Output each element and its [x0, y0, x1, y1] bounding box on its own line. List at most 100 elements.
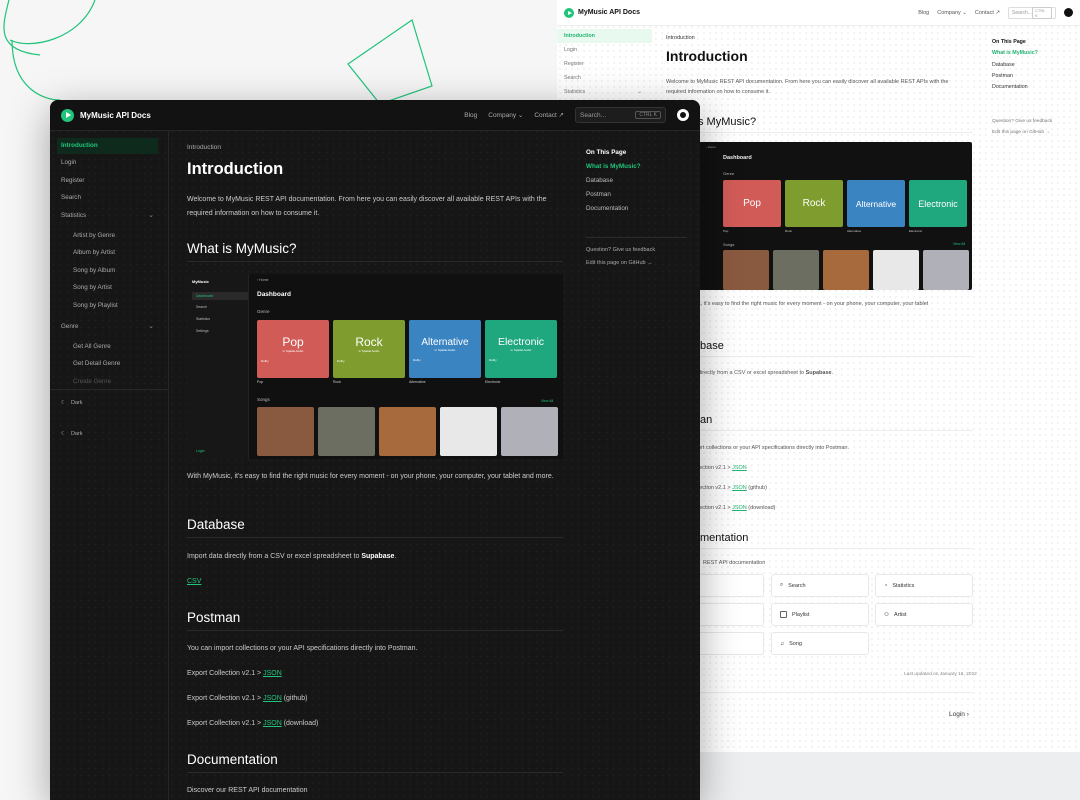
sidebar-item-create-genre[interactable]: Create Genre: [69, 374, 158, 390]
song-cover[interactable]: [873, 250, 919, 290]
toc-item-documentation[interactable]: Documentation: [992, 82, 1038, 93]
view-all-link[interactable]: View All: [953, 242, 965, 246]
sidebar-item-get-detail-genre[interactable]: Get Detail Genre: [69, 356, 158, 372]
song-cover[interactable]: [318, 407, 375, 456]
dashboard-menu-dashboard[interactable]: Dashboard: [192, 292, 248, 300]
song-cover[interactable]: [923, 250, 969, 290]
edit-on-github-link[interactable]: Edit this page on GitHub →: [586, 257, 655, 270]
dashboard-songs-label: Songs: [257, 397, 270, 402]
song-cover[interactable]: [379, 407, 436, 456]
brand-title[interactable]: MyMusic API Docs: [80, 111, 151, 120]
feedback-link[interactable]: Question? Give us feedback: [992, 116, 1052, 127]
nav-company-label: Company: [488, 112, 517, 119]
genre-card-electronic-name: Electronic: [497, 336, 545, 348]
song-cover[interactable]: [440, 407, 497, 456]
database-text-main: directly from a CSV or excel spreadsheet…: [698, 370, 806, 376]
doc-card-statistics[interactable]: ◔ Statistics: [875, 574, 973, 597]
json-github-link[interactable]: JSON: [732, 485, 747, 491]
dashboard-genre-label: Genre: [723, 171, 735, 176]
json-github-link[interactable]: JSON: [263, 695, 282, 702]
genre-caption-rock: Rock: [333, 380, 341, 384]
view-all-link[interactable]: View All: [541, 399, 553, 403]
toc-title: On This Page: [586, 149, 627, 156]
doc-card-search[interactable]: ⌕ Search: [771, 574, 869, 597]
genre-card-rock[interactable]: Rock in Spatial Audio Dolby: [333, 320, 405, 378]
song-cover[interactable]: [773, 250, 819, 290]
sidebar-item-song-by-artist[interactable]: Song by Artist: [69, 280, 158, 296]
toc-item-postman[interactable]: Postman: [586, 188, 641, 202]
dashboard-title: Dashboard: [723, 155, 752, 161]
next-page-login[interactable]: Login ›: [949, 711, 969, 718]
dashboard-menu-search[interactable]: Search: [196, 305, 207, 309]
dashboard-login[interactable]: Login: [196, 449, 205, 453]
dashboard-menu-statistics[interactable]: Statistics: [196, 317, 210, 321]
nav-blog[interactable]: Blog: [918, 10, 929, 16]
json-download-link[interactable]: JSON: [732, 505, 747, 511]
sidebar-item-search[interactable]: Search: [557, 71, 652, 85]
json-link[interactable]: JSON: [732, 465, 747, 471]
github-icon[interactable]: [677, 109, 689, 121]
doc-card-playlist[interactable]: Playlist: [771, 603, 869, 626]
dashboard-home-label: Home: [259, 278, 269, 282]
database-text-period: .: [394, 553, 397, 560]
sidebar-item-login[interactable]: Login: [57, 155, 158, 171]
export-json-github: lection v2.1 > JSON (github): [698, 483, 998, 493]
doc-card-artist[interactable]: ⚇ Artist: [875, 603, 973, 626]
dashboard-menu-settings[interactable]: Settings: [196, 329, 209, 333]
json-link[interactable]: JSON: [263, 670, 282, 677]
dashboard-menu-dashboard-label: Dashboard: [196, 294, 214, 298]
doc-card-song[interactable]: ♫ Song: [771, 632, 869, 655]
sidebar-item-artist-by-genre[interactable]: Artist by Genre: [69, 228, 158, 244]
sidebar-item-introduction[interactable]: Introduction: [57, 138, 158, 154]
nav-contact[interactable]: Contact ↗: [534, 111, 564, 119]
sidebar-item-album-by-artist[interactable]: Album by Artist: [69, 245, 158, 261]
sidebar-item-introduction[interactable]: Introduction: [557, 29, 652, 43]
toc-item-database[interactable]: Database: [586, 174, 641, 188]
toc-item-documentation[interactable]: Documentation: [586, 202, 641, 216]
genre-card-electronic[interactable]: Electronic in Spatial Audio Dolby: [485, 320, 557, 378]
heading-what-is-mymusic: s MyMusic?: [698, 116, 973, 133]
sidebar-item-register[interactable]: Register: [57, 173, 158, 189]
sidebar-item-statistics[interactable]: Statistics ⌄: [557, 85, 652, 99]
breadcrumb: Introduction: [666, 35, 695, 41]
toc-item-database[interactable]: Database: [992, 60, 1038, 71]
csv-link[interactable]: CSV: [187, 578, 201, 585]
json-download-link[interactable]: JSON: [263, 720, 282, 727]
dashboard-home-label: Home: [707, 145, 716, 149]
sidebar-item-login[interactable]: Login: [557, 43, 652, 57]
github-icon[interactable]: [1064, 8, 1073, 17]
sidebar-item-song-by-album[interactable]: Song by Album: [69, 263, 158, 279]
sidebar-item-search[interactable]: Search: [57, 190, 158, 206]
genre-card-rock-dolby: Dolby: [337, 359, 345, 363]
toc-item-what-is-mymusic[interactable]: What is MyMusic?: [992, 48, 1038, 59]
search-input[interactable]: Search... CTRL K: [1008, 6, 1056, 19]
toc-item-postman[interactable]: Postman: [992, 71, 1038, 82]
heading-postman: an: [700, 414, 973, 431]
edit-on-github-link[interactable]: Edit this page on GitHub →: [992, 127, 1052, 138]
song-cover[interactable]: [257, 407, 314, 456]
feedback-link[interactable]: Question? Give us feedback: [586, 244, 655, 257]
nav-contact[interactable]: Contact ↗: [975, 10, 1000, 16]
search-shortcut: CTRL K: [635, 111, 661, 119]
sidebar-item-get-all-genre[interactable]: Get All Genre: [69, 339, 158, 355]
database-text: directly from a CSV or excel spreadsheet…: [698, 368, 973, 378]
genre-card-pop-name: Pop: [743, 198, 761, 209]
sidebar-item-genre[interactable]: Genre ⌄: [57, 319, 158, 335]
nav-company[interactable]: Company ⌄: [937, 10, 967, 16]
sidebar-item-register[interactable]: Register: [557, 57, 652, 71]
sidebar-item-song-by-playlist[interactable]: Song by Playlist: [69, 298, 158, 314]
nav-company[interactable]: Company ⌄: [488, 111, 523, 119]
genre-card-pop[interactable]: Pop in Spatial Audio Dolby: [257, 320, 329, 378]
sidebar-item-statistics[interactable]: Statistics ⌄: [57, 208, 158, 224]
export-prefix: lection v2.1 >: [698, 485, 733, 491]
song-cover[interactable]: [723, 250, 769, 290]
brand-title[interactable]: MyMusic API Docs: [578, 9, 640, 16]
search-input[interactable]: Search... CTRL K: [575, 107, 666, 123]
toc-item-what-is-mymusic[interactable]: What is MyMusic?: [586, 160, 641, 174]
theme-toggle-bottom[interactable]: ☾ Dark: [57, 426, 158, 442]
song-cover[interactable]: [501, 407, 558, 456]
genre-card-alternative[interactable]: Alternative in Spatial Audio Dolby: [409, 320, 481, 378]
song-cover[interactable]: [823, 250, 869, 290]
theme-toggle[interactable]: ☾ Dark: [57, 395, 158, 411]
nav-blog[interactable]: Blog: [464, 112, 477, 119]
